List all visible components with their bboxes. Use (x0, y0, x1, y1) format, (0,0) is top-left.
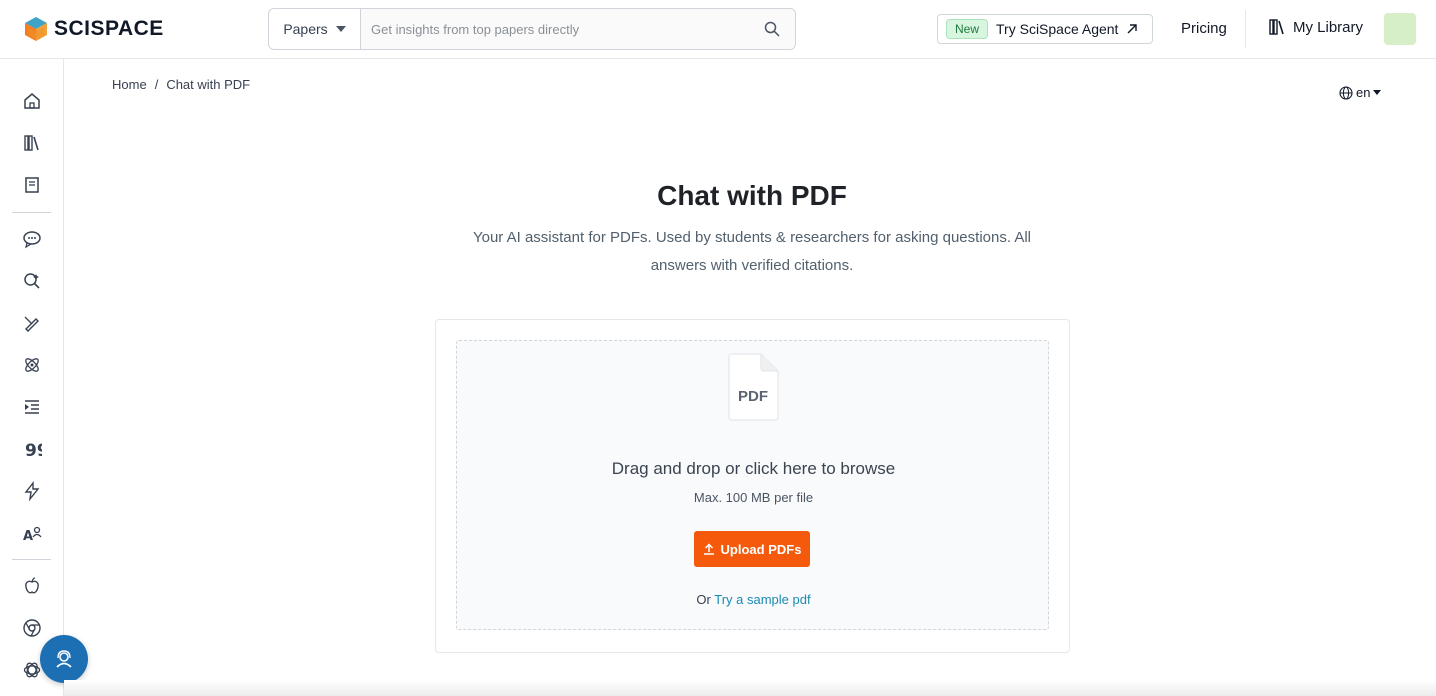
breadcrumb-home[interactable]: Home (112, 77, 147, 92)
new-badge: New (946, 19, 989, 39)
pricing-link[interactable]: Pricing (1181, 20, 1227, 37)
sidebar-item-citation-generator[interactable]: 99 (20, 437, 44, 461)
ai-user-icon: A (23, 526, 42, 543)
max-size-note: Max. 100 MB per file (693, 490, 814, 505)
sidebar-item-ai-writer[interactable] (20, 311, 44, 335)
apple-icon (25, 577, 39, 594)
upload-label: Upload PDFs (720, 541, 802, 557)
header-divider (1245, 10, 1246, 48)
scispace-logo-icon (25, 17, 47, 41)
sidebar: 99 A (0, 59, 64, 696)
external-arrow-icon (1127, 24, 1138, 34)
paraphraser-icon (25, 400, 39, 414)
upload-pdfs-button[interactable]: Upload PDFs (694, 531, 810, 567)
search-type-label: Papers (283, 21, 328, 37)
language-selector[interactable]: en (1339, 85, 1382, 100)
openai-icon (23, 662, 41, 678)
search-icon (764, 21, 780, 37)
page-subtitle: Your AI assistant for PDFs. Used by stud… (472, 229, 1032, 274)
logo[interactable]: SCISPACE (24, 16, 164, 42)
sidebar-item-home[interactable] (20, 89, 44, 113)
sidebar-item-chat[interactable] (20, 227, 44, 251)
upload-icon (703, 543, 714, 555)
top-header: SCISPACE Papers New Try SciSpace Agent P… (0, 0, 1436, 59)
sidebar-divider (12, 212, 51, 213)
support-agent-icon (56, 650, 72, 668)
file-dropzone[interactable]: PDF Drag and drop or click here to brows… (456, 340, 1049, 630)
avatar[interactable] (1384, 13, 1416, 45)
globe-icon (1339, 85, 1353, 100)
chevron-down-icon (335, 26, 346, 32)
my-library-link[interactable]: My Library (1268, 18, 1363, 36)
pdf-file-icon: PDF (728, 353, 779, 421)
sidebar-item-ai-tools[interactable]: A (20, 521, 44, 545)
try-agent-button[interactable]: New Try SciSpace Agent (937, 14, 1153, 44)
literature-review-icon (24, 273, 40, 289)
sidebar-item-apple[interactable] (20, 574, 44, 598)
agent-label: Try SciSpace Agent (996, 21, 1119, 37)
svg-text:99: 99 (25, 441, 42, 459)
sidebar-item-ai-detector[interactable] (20, 479, 44, 503)
language-label: en (1356, 85, 1371, 100)
my-library-label: My Library (1293, 18, 1364, 36)
sidebar-item-paraphraser[interactable] (20, 395, 44, 419)
ai-writer-icon (24, 316, 39, 332)
try-sample-pdf-link[interactable]: Try a sample pdf (714, 592, 810, 607)
search-button[interactable] (749, 9, 795, 49)
sidebar-item-library[interactable] (20, 131, 44, 155)
search-input[interactable] (361, 9, 749, 49)
search-bar: Papers (268, 8, 796, 50)
breadcrumb-separator: / (154, 77, 159, 92)
sample-pdf-line: Or Try a sample pdf (457, 592, 1050, 607)
breadcrumb: Home / Chat with PDF (112, 77, 250, 92)
sidebar-item-extract-data[interactable] (20, 353, 44, 377)
citation-generator-icon: 99 (25, 441, 42, 459)
drop-instruction: Drag and drop or click here to browse (611, 459, 896, 478)
svg-text:A: A (23, 529, 33, 543)
sidebar-item-chrome[interactable] (20, 616, 44, 640)
pdf-file-label: PDF (738, 388, 768, 405)
upload-card: PDF Drag and drop or click here to brows… (435, 319, 1070, 653)
page-title: Chat with PDF (657, 180, 847, 211)
extract-data-icon (25, 358, 39, 372)
chevron-down-icon (1373, 90, 1382, 95)
breadcrumb-current: Chat with PDF (166, 77, 251, 92)
support-chat-button[interactable] (40, 635, 88, 683)
sidebar-item-literature-review[interactable] (20, 269, 44, 293)
library-icon (1269, 19, 1284, 35)
chrome-icon (23, 619, 41, 637)
search-type-dropdown[interactable]: Papers (269, 9, 361, 49)
logo-text: SCISPACE (54, 17, 164, 40)
library-icon (24, 135, 39, 151)
sample-prefix: Or (696, 592, 711, 607)
home-icon (24, 93, 40, 109)
bottom-shadow (64, 680, 1436, 696)
chat-icon (23, 231, 41, 249)
sidebar-divider (12, 559, 51, 560)
lightning-icon (24, 481, 40, 501)
